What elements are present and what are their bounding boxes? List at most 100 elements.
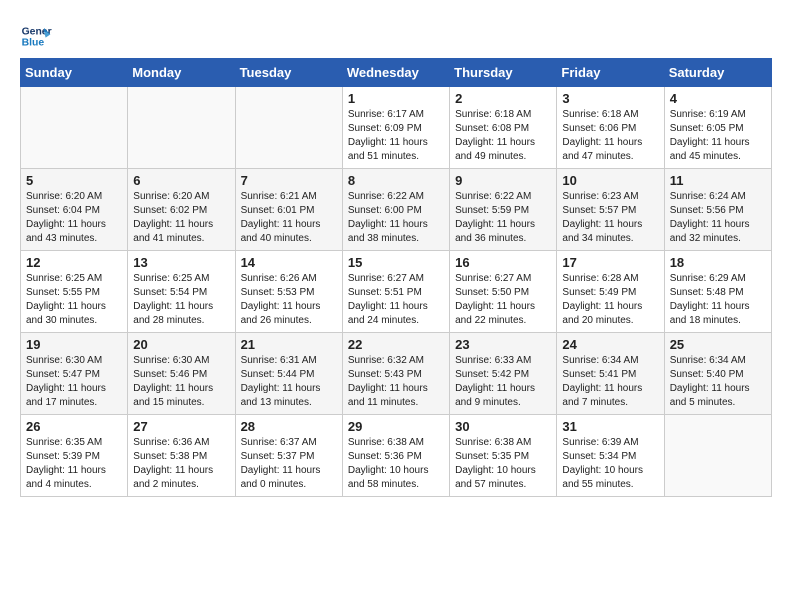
weekday-header-cell: Thursday [450,59,557,87]
day-info: Sunrise: 6:38 AM Sunset: 5:35 PM Dayligh… [455,436,551,492]
calendar-cell: 3 Sunrise: 6:18 AM Sunset: 6:06 PM Daylig… [557,87,664,169]
calendar-week-row: 19 Sunrise: 6:30 AM Sunset: 5:47 PM Dayli… [21,333,772,415]
calendar-table: SundayMondayTuesdayWednesdayThursdayFrid… [20,58,772,497]
day-number: 14 [241,255,337,270]
day-info: Sunrise: 6:27 AM Sunset: 5:51 PM Dayligh… [348,272,444,328]
day-info: Sunrise: 6:20 AM Sunset: 6:04 PM Dayligh… [26,190,122,246]
weekday-header-cell: Monday [128,59,235,87]
calendar-cell: 12 Sunrise: 6:25 AM Sunset: 5:55 PM Dayli… [21,251,128,333]
calendar-cell [664,415,771,497]
calendar-cell: 14 Sunrise: 6:26 AM Sunset: 5:53 PM Dayli… [235,251,342,333]
calendar-cell: 19 Sunrise: 6:30 AM Sunset: 5:47 PM Dayli… [21,333,128,415]
calendar-cell [128,87,235,169]
day-number: 11 [670,173,766,188]
calendar-cell [21,87,128,169]
day-info: Sunrise: 6:20 AM Sunset: 6:02 PM Dayligh… [133,190,229,246]
calendar-cell: 29 Sunrise: 6:38 AM Sunset: 5:36 PM Dayli… [342,415,449,497]
calendar-cell: 2Sunrise: 6:18 AM Sunset: 6:08 PM Daylig… [450,87,557,169]
day-number: 9 [455,173,551,188]
calendar-cell: 26 Sunrise: 6:35 AM Sunset: 5:39 PM Dayli… [21,415,128,497]
day-info: Sunrise: 6:27 AM Sunset: 5:50 PM Dayligh… [455,272,551,328]
weekday-header-cell: Wednesday [342,59,449,87]
calendar-cell: 15 Sunrise: 6:27 AM Sunset: 5:51 PM Dayli… [342,251,449,333]
day-number: 16 [455,255,551,270]
day-info: Sunrise: 6:31 AM Sunset: 5:44 PM Dayligh… [241,354,337,410]
calendar-cell: 16 Sunrise: 6:27 AM Sunset: 5:50 PM Dayli… [450,251,557,333]
day-number: 27 [133,419,229,434]
day-info: Sunrise: 6:30 AM Sunset: 5:46 PM Dayligh… [133,354,229,410]
day-number: 4 [670,91,766,106]
day-info: Sunrise: 6:18 AM Sunset: 6:06 PM Dayligh… [562,108,658,164]
day-number: 1 [348,91,444,106]
day-info: Sunrise: 6:25 AM Sunset: 5:54 PM Dayligh… [133,272,229,328]
day-number: 6 [133,173,229,188]
weekday-header-cell: Sunday [21,59,128,87]
day-number: 18 [670,255,766,270]
calendar-cell: 20Sunrise: 6:30 AM Sunset: 5:46 PM Dayli… [128,333,235,415]
day-number: 3 [562,91,658,106]
calendar-cell: 10 Sunrise: 6:23 AM Sunset: 5:57 PM Dayli… [557,169,664,251]
calendar-week-row: 26 Sunrise: 6:35 AM Sunset: 5:39 PM Dayli… [21,415,772,497]
calendar-cell: 13 Sunrise: 6:25 AM Sunset: 5:54 PM Dayli… [128,251,235,333]
day-number: 28 [241,419,337,434]
page-container: General Blue SundayMondayTuesdayWednesda… [0,0,792,507]
day-info: Sunrise: 6:34 AM Sunset: 5:41 PM Dayligh… [562,354,658,410]
day-number: 10 [562,173,658,188]
day-number: 19 [26,337,122,352]
calendar-cell: 6 Sunrise: 6:20 AM Sunset: 6:02 PM Daylig… [128,169,235,251]
day-number: 5 [26,173,122,188]
day-number: 7 [241,173,337,188]
calendar-week-row: 12 Sunrise: 6:25 AM Sunset: 5:55 PM Dayli… [21,251,772,333]
calendar-cell: 28Sunrise: 6:37 AM Sunset: 5:37 PM Dayli… [235,415,342,497]
calendar-cell: 25Sunrise: 6:34 AM Sunset: 5:40 PM Dayli… [664,333,771,415]
logo: General Blue [20,20,56,52]
day-info: Sunrise: 6:26 AM Sunset: 5:53 PM Dayligh… [241,272,337,328]
weekday-header-cell: Tuesday [235,59,342,87]
day-number: 12 [26,255,122,270]
day-info: Sunrise: 6:22 AM Sunset: 6:00 PM Dayligh… [348,190,444,246]
calendar-cell: 7 Sunrise: 6:21 AM Sunset: 6:01 PM Daylig… [235,169,342,251]
calendar-cell: 5 Sunrise: 6:20 AM Sunset: 6:04 PM Daylig… [21,169,128,251]
calendar-cell: 8Sunrise: 6:22 AM Sunset: 6:00 PM Daylig… [342,169,449,251]
day-info: Sunrise: 6:24 AM Sunset: 5:56 PM Dayligh… [670,190,766,246]
calendar-cell: 11 Sunrise: 6:24 AM Sunset: 5:56 PM Dayli… [664,169,771,251]
calendar-cell: 9 Sunrise: 6:22 AM Sunset: 5:59 PM Daylig… [450,169,557,251]
calendar-cell: 18Sunrise: 6:29 AM Sunset: 5:48 PM Dayli… [664,251,771,333]
day-number: 25 [670,337,766,352]
calendar-cell: 31Sunrise: 6:39 AM Sunset: 5:34 PM Dayli… [557,415,664,497]
day-info: Sunrise: 6:35 AM Sunset: 5:39 PM Dayligh… [26,436,122,492]
calendar-cell: 23 Sunrise: 6:33 AM Sunset: 5:42 PM Dayli… [450,333,557,415]
weekday-header-cell: Friday [557,59,664,87]
day-info: Sunrise: 6:28 AM Sunset: 5:49 PM Dayligh… [562,272,658,328]
day-info: Sunrise: 6:36 AM Sunset: 5:38 PM Dayligh… [133,436,229,492]
calendar-week-row: 1 Sunrise: 6:17 AM Sunset: 6:09 PM Daylig… [21,87,772,169]
calendar-week-row: 5 Sunrise: 6:20 AM Sunset: 6:04 PM Daylig… [21,169,772,251]
calendar-body: 1 Sunrise: 6:17 AM Sunset: 6:09 PM Daylig… [21,87,772,497]
header: General Blue [20,20,772,52]
calendar-cell [235,87,342,169]
day-number: 21 [241,337,337,352]
day-info: Sunrise: 6:32 AM Sunset: 5:43 PM Dayligh… [348,354,444,410]
weekday-header-row: SundayMondayTuesdayWednesdayThursdayFrid… [21,59,772,87]
day-info: Sunrise: 6:23 AM Sunset: 5:57 PM Dayligh… [562,190,658,246]
day-info: Sunrise: 6:21 AM Sunset: 6:01 PM Dayligh… [241,190,337,246]
day-info: Sunrise: 6:38 AM Sunset: 5:36 PM Dayligh… [348,436,444,492]
day-info: Sunrise: 6:30 AM Sunset: 5:47 PM Dayligh… [26,354,122,410]
day-info: Sunrise: 6:18 AM Sunset: 6:08 PM Dayligh… [455,108,551,164]
calendar-cell: 30 Sunrise: 6:38 AM Sunset: 5:35 PM Dayli… [450,415,557,497]
day-info: Sunrise: 6:17 AM Sunset: 6:09 PM Dayligh… [348,108,444,164]
day-number: 26 [26,419,122,434]
day-info: Sunrise: 6:25 AM Sunset: 5:55 PM Dayligh… [26,272,122,328]
svg-text:Blue: Blue [22,38,45,49]
day-number: 15 [348,255,444,270]
day-number: 30 [455,419,551,434]
day-info: Sunrise: 6:33 AM Sunset: 5:42 PM Dayligh… [455,354,551,410]
day-number: 23 [455,337,551,352]
day-info: Sunrise: 6:22 AM Sunset: 5:59 PM Dayligh… [455,190,551,246]
day-info: Sunrise: 6:19 AM Sunset: 6:05 PM Dayligh… [670,108,766,164]
calendar-cell: 27 Sunrise: 6:36 AM Sunset: 5:38 PM Dayli… [128,415,235,497]
day-number: 13 [133,255,229,270]
calendar-cell: 24Sunrise: 6:34 AM Sunset: 5:41 PM Dayli… [557,333,664,415]
calendar-cell: 1 Sunrise: 6:17 AM Sunset: 6:09 PM Daylig… [342,87,449,169]
day-number: 29 [348,419,444,434]
